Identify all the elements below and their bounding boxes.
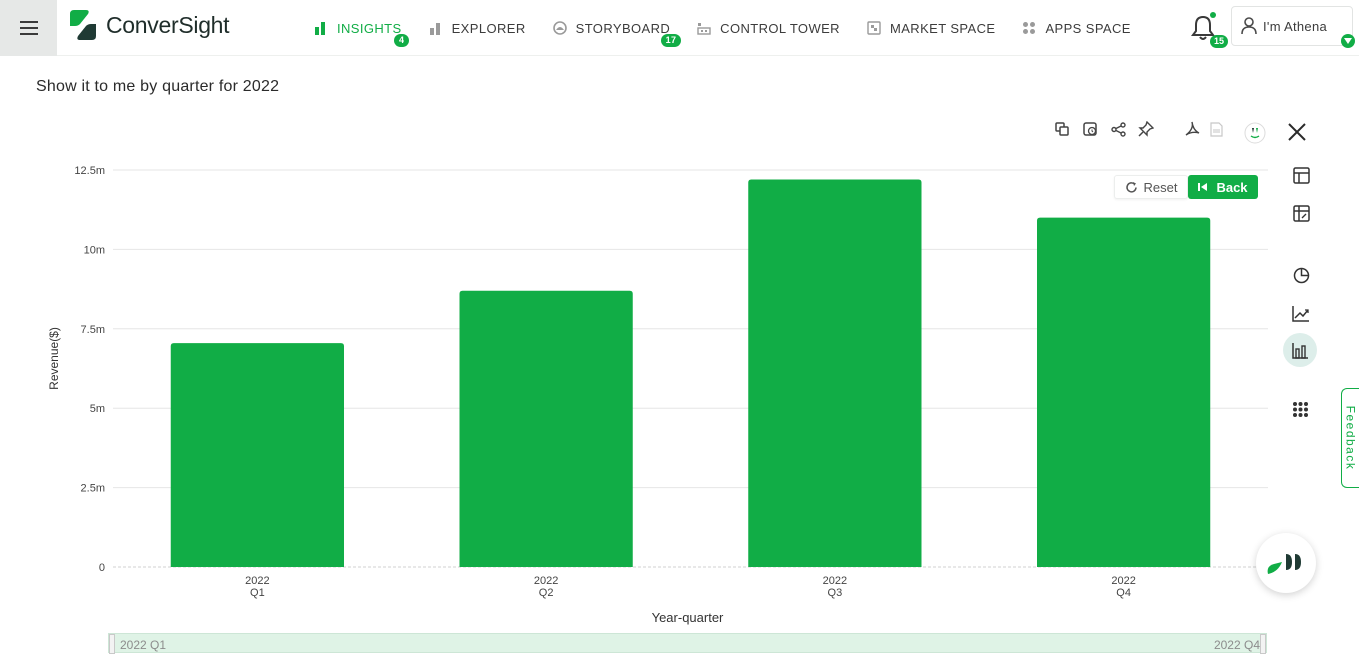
bar [459, 290, 633, 567]
assistant-logo-icon [1267, 554, 1301, 574]
nav-market-space-label: MARKET SPACE [889, 20, 996, 36]
market-space-icon [867, 21, 881, 35]
range-start-handle[interactable] [109, 634, 115, 654]
app-name: ConverSight [106, 11, 230, 38]
x-tick-label: 2022 [1111, 575, 1135, 587]
back-button[interactable]: Back [1188, 175, 1258, 199]
nav-explorer[interactable]: EXPLORER [429, 21, 526, 36]
copy-icon[interactable] [1053, 120, 1071, 138]
nav-insights[interactable]: INSIGHTS 4 [314, 20, 410, 47]
x-tick-label: Q4 [1116, 587, 1131, 599]
skip-back-icon [1198, 183, 1208, 191]
chevron-down-icon[interactable] [1341, 34, 1355, 48]
notifications-count-badge: 15 [1210, 35, 1229, 48]
x-tick-label: Q2 [539, 587, 554, 599]
share-icon[interactable] [1109, 120, 1127, 138]
apps-space-icon [1023, 22, 1036, 34]
nav-control-tower[interactable]: CONTROL TOWER [697, 21, 840, 36]
y-tick-label: 12.5m [74, 165, 105, 177]
hamburger-menu-button[interactable] [0, 0, 57, 56]
bar [1037, 217, 1211, 567]
feedback-label: Feedback [1343, 405, 1358, 471]
top-navigation-bar: ConverSight INSIGHTS 4 EXPLORER STORYBOA… [0, 0, 1359, 56]
bar [748, 179, 922, 567]
refresh-icon [1125, 181, 1137, 193]
pie-chart-icon[interactable] [1284, 258, 1318, 292]
reset-zoom-button[interactable]: Reset [1114, 175, 1188, 199]
y-tick-label: 7.5m [81, 324, 105, 336]
storyboard-icon [552, 21, 567, 35]
x-tick-label: 2022 [245, 575, 269, 587]
nav-insights-label: INSIGHTS [337, 20, 402, 36]
reset-label: Reset [1143, 179, 1178, 195]
nav-storyboard[interactable]: STORYBOARD 17 [552, 20, 682, 47]
nav-apps-space-label: APPS SPACE [1045, 20, 1131, 36]
range-end-handle[interactable] [1260, 634, 1266, 654]
explorer-icon [429, 23, 440, 35]
pivot-table-icon[interactable] [1284, 196, 1318, 230]
main-nav: INSIGHTS 4 EXPLORER STORYBOARD 17 CONTRO… [314, 0, 1158, 56]
conversight-logo[interactable]: ConverSight [66, 8, 230, 42]
pdf-export-icon[interactable] [1183, 120, 1201, 138]
more-charts-grid-icon[interactable] [1283, 392, 1317, 426]
schedule-icon[interactable] [1081, 120, 1099, 138]
assistant-avatar-icon[interactable] [1244, 122, 1266, 144]
line-chart-icon[interactable] [1284, 296, 1318, 330]
notification-dot [1210, 12, 1216, 18]
range-end-label: 2022 Q4 [1213, 638, 1260, 652]
bar [170, 343, 344, 567]
control-tower-icon [697, 23, 711, 35]
nav-explorer-label: EXPLORER [451, 20, 526, 36]
x-tick-label: Q3 [828, 587, 843, 599]
query-text: Show it to me by quarter for 2022 [36, 78, 280, 95]
conversight-logo-icon [70, 10, 96, 40]
x-tick-label: 2022 [823, 575, 847, 587]
table-view-icon[interactable] [1284, 158, 1318, 192]
user-icon [1241, 17, 1257, 35]
insights-icon [315, 22, 325, 35]
close-icon[interactable] [1280, 115, 1314, 149]
user-label: I'm Athena [1263, 18, 1328, 34]
user-menu-button[interactable]: I'm Athena [1231, 6, 1353, 46]
insights-count-badge: 4 [394, 33, 410, 47]
revenue-bar-chart: 02.5m5m7.5m10m12.5m2022Q12022Q22022Q3202… [47, 165, 1268, 625]
nav-market-space[interactable]: MARKET SPACE [867, 21, 995, 36]
x-tick-label: 2022 [534, 575, 558, 587]
range-start-label: 2022 Q1 [120, 638, 167, 652]
storyboard-count-badge: 17 [660, 33, 682, 47]
y-tick-label: 2.5m [81, 483, 105, 495]
y-tick-label: 10m [84, 244, 105, 256]
x-tick-label: Q1 [250, 587, 265, 599]
y-tick-label: 0 [99, 562, 105, 574]
date-range-slider[interactable]: 2022 Q1 2022 Q4 [108, 633, 1267, 654]
nav-apps-space[interactable]: APPS SPACE [1022, 21, 1130, 36]
y-axis-title: Revenue($) [47, 327, 61, 390]
back-label: Back [1216, 179, 1248, 195]
y-tick-label: 5m [90, 403, 105, 415]
hamburger-icon [19, 21, 38, 35]
nav-storyboard-label: STORYBOARD [575, 20, 671, 36]
nav-control-tower-label: CONTROL TOWER [720, 20, 840, 36]
bar-chart-icon[interactable] [1283, 333, 1317, 367]
x-axis-title: Year-quarter [652, 610, 724, 625]
assistant-launcher-button[interactable] [1256, 533, 1316, 593]
file-export-icon[interactable] [1207, 120, 1225, 138]
pin-icon[interactable] [1137, 120, 1155, 138]
feedback-tab[interactable]: Feedback [1341, 388, 1359, 488]
